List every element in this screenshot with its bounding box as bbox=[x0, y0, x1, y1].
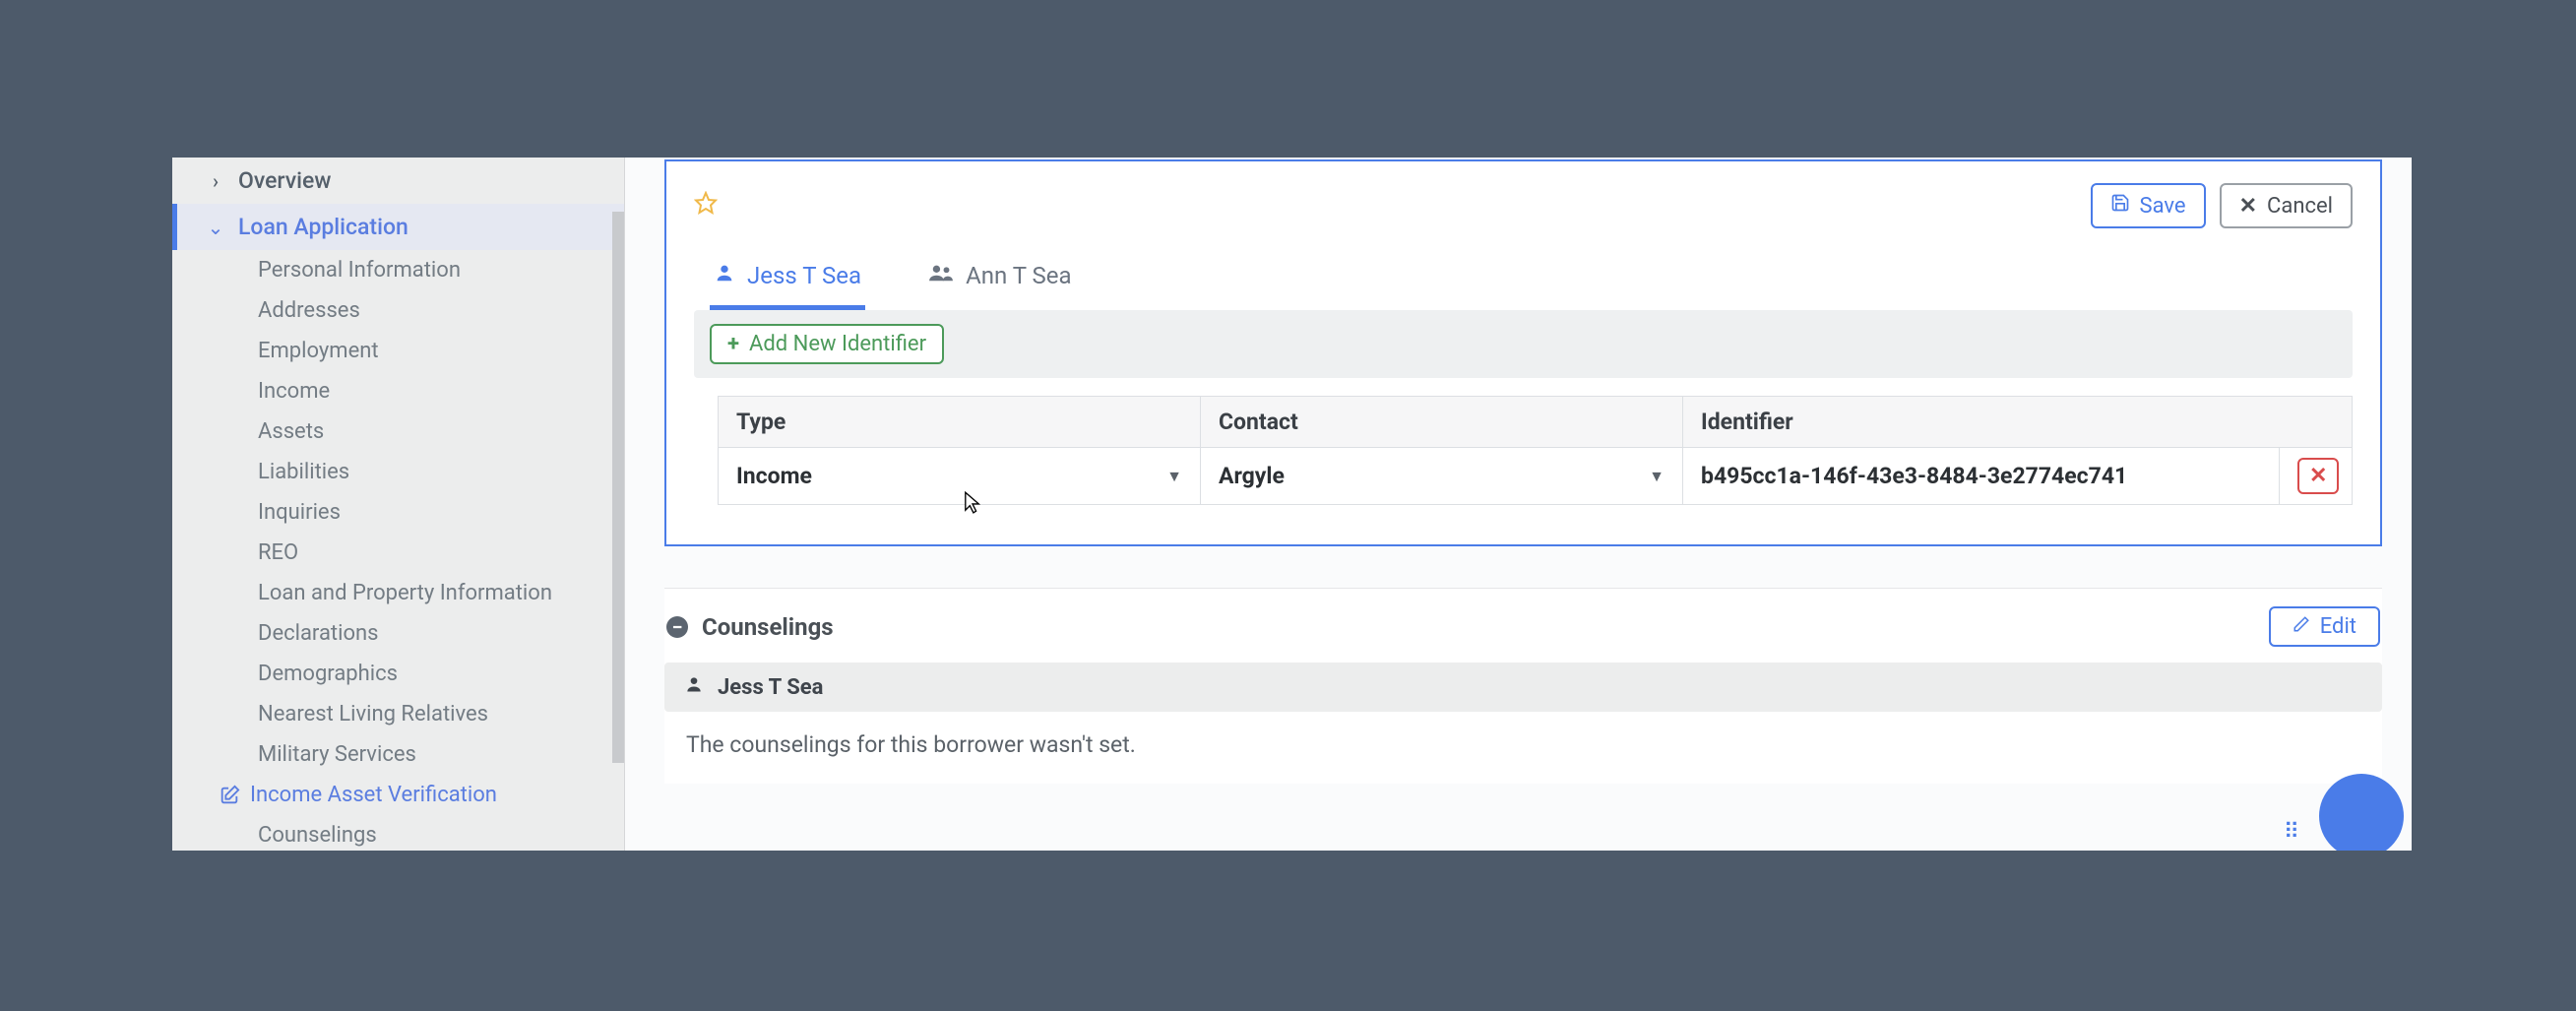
nav-nearest-living-relatives[interactable]: Nearest Living Relatives bbox=[172, 694, 624, 734]
nav-assets[interactable]: Assets bbox=[172, 411, 624, 452]
nav-income-asset-verification[interactable]: Income Asset Verification bbox=[172, 775, 624, 815]
counselings-borrower-name: Jess T Sea bbox=[718, 675, 823, 700]
borrower-tabs: Jess T Sea Ann T Sea bbox=[694, 252, 2353, 310]
nav-employment[interactable]: Employment bbox=[172, 331, 624, 371]
nav-reo[interactable]: REO bbox=[172, 533, 624, 573]
close-icon: ✕ bbox=[2239, 194, 2257, 219]
add-new-identifier-label: Add New Identifier bbox=[749, 332, 926, 356]
edit-note-icon bbox=[219, 783, 240, 807]
person-icon bbox=[714, 262, 735, 289]
save-icon bbox=[2110, 193, 2130, 219]
people-icon bbox=[928, 262, 954, 289]
contact-value: Argyle bbox=[1219, 463, 1285, 489]
cancel-label: Cancel bbox=[2267, 194, 2333, 219]
main-content: Save ✕ Cancel Jess T Sea bbox=[625, 158, 2412, 851]
type-select[interactable]: Income ▼ bbox=[736, 463, 1182, 489]
contact-select[interactable]: Argyle ▼ bbox=[1219, 463, 1665, 489]
identifier-input[interactable]: b495cc1a-146f-43e3-8484-3e2774ec741 bbox=[1701, 463, 2261, 489]
add-new-identifier-button[interactable]: + Add New Identifier bbox=[710, 324, 944, 364]
save-button[interactable]: Save bbox=[2091, 183, 2206, 228]
th-contact: Contact bbox=[1201, 397, 1683, 448]
identifier-table: Type Contact Identifier Income ▼ bbox=[718, 396, 2353, 505]
nav-loan-application-label: Loan Application bbox=[238, 214, 408, 240]
table-row: Income ▼ Argyle ▼ b bbox=[719, 448, 2353, 505]
edit-button[interactable]: Edit bbox=[2269, 606, 2380, 647]
drag-dots-icon[interactable]: ⠿ bbox=[2284, 820, 2303, 845]
nav-military-services[interactable]: Military Services bbox=[172, 734, 624, 775]
nav-overview[interactable]: › Overview bbox=[172, 158, 624, 204]
nav-iav-label: Income Asset Verification bbox=[250, 783, 497, 807]
person-icon bbox=[684, 674, 704, 700]
edit-label: Edit bbox=[2320, 614, 2356, 639]
chat-fab[interactable] bbox=[2319, 774, 2404, 851]
sidebar-scrollbar[interactable] bbox=[612, 212, 624, 763]
save-label: Save bbox=[2140, 194, 2186, 219]
nav-loan-property-info[interactable]: Loan and Property Information bbox=[172, 573, 624, 613]
x-icon: ✕ bbox=[2309, 464, 2327, 488]
th-identifier: Identifier bbox=[1683, 397, 2353, 448]
type-value: Income bbox=[736, 463, 812, 489]
tab-ann-label: Ann T Sea bbox=[966, 262, 1071, 289]
chevron-right-icon: › bbox=[207, 172, 224, 190]
app-frame: › Overview ⌄ Loan Application Personal I… bbox=[172, 158, 2412, 851]
identifier-card: Save ✕ Cancel Jess T Sea bbox=[664, 159, 2382, 546]
tab-jess[interactable]: Jess T Sea bbox=[710, 252, 865, 310]
counselings-section: − Counselings Edit Jess T Sea bbox=[664, 588, 2382, 784]
th-type: Type bbox=[719, 397, 1201, 448]
tab-jess-label: Jess T Sea bbox=[747, 262, 861, 289]
sidebar: › Overview ⌄ Loan Application Personal I… bbox=[172, 158, 625, 851]
nav-addresses[interactable]: Addresses bbox=[172, 290, 624, 331]
plus-icon: + bbox=[727, 332, 739, 356]
pencil-icon bbox=[2293, 614, 2310, 639]
nav-declarations[interactable]: Declarations bbox=[172, 613, 624, 654]
caret-down-icon: ▼ bbox=[1649, 467, 1665, 486]
identifier-toolbar: + Add New Identifier bbox=[694, 310, 2353, 378]
nav-income[interactable]: Income bbox=[172, 371, 624, 411]
counselings-empty-text: The counselings for this borrower wasn't… bbox=[664, 731, 2382, 778]
nav-personal-information[interactable]: Personal Information bbox=[172, 250, 624, 290]
nav-counselings[interactable]: Counselings bbox=[172, 815, 624, 851]
chevron-down-icon: ⌄ bbox=[207, 219, 224, 236]
counselings-borrower-band: Jess T Sea bbox=[664, 663, 2382, 712]
nav-loan-application[interactable]: ⌄ Loan Application bbox=[172, 204, 624, 250]
caret-down-icon: ▼ bbox=[1166, 467, 1182, 486]
nav-demographics[interactable]: Demographics bbox=[172, 654, 624, 694]
nav-inquiries[interactable]: Inquiries bbox=[172, 492, 624, 533]
counselings-title: Counselings bbox=[702, 613, 834, 641]
collapse-icon[interactable]: − bbox=[666, 616, 688, 638]
delete-row-button[interactable]: ✕ bbox=[2297, 458, 2339, 494]
star-icon[interactable] bbox=[694, 191, 718, 221]
nav-overview-label: Overview bbox=[238, 167, 331, 194]
nav-liabilities[interactable]: Liabilities bbox=[172, 452, 624, 492]
cancel-button[interactable]: ✕ Cancel bbox=[2220, 183, 2353, 228]
tab-ann[interactable]: Ann T Sea bbox=[924, 252, 1075, 310]
